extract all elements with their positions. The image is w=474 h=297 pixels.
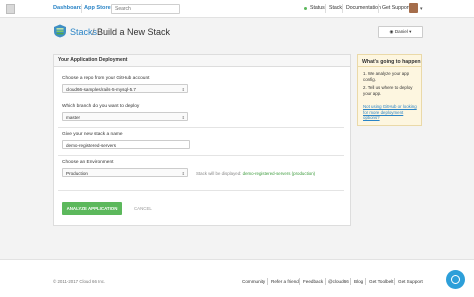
select-arrows-icon: ⇕ bbox=[181, 115, 185, 120]
repo-select[interactable]: cloud66-samples/rails-5-mysql-5.7 ⇕ bbox=[62, 84, 188, 93]
select-arrows-icon: ⇕ bbox=[181, 87, 185, 92]
logo-icon[interactable] bbox=[6, 4, 15, 14]
chevron-down-icon[interactable]: ▾ bbox=[420, 6, 423, 12]
nav-divider bbox=[81, 4, 82, 13]
footer-divider bbox=[394, 278, 395, 285]
environment-label: Choose an Environment bbox=[62, 160, 114, 165]
stack-name-label: Give your new stack a name bbox=[62, 132, 123, 137]
breadcrumb-separator: / bbox=[92, 27, 95, 37]
nav-divider bbox=[342, 4, 343, 13]
divider bbox=[58, 190, 344, 191]
stack-badge-icon bbox=[54, 24, 66, 38]
search-box[interactable] bbox=[111, 4, 180, 14]
footer-blog[interactable]: Blog bbox=[354, 279, 363, 284]
page-title: Build a New Stack bbox=[97, 27, 171, 37]
repo-label: Choose a repo from your GitHub account bbox=[62, 76, 150, 81]
nav-divider bbox=[325, 4, 326, 13]
hint-value: demo-registered-servers (production) bbox=[242, 171, 316, 176]
branch-label: Which branch do you want to deploy bbox=[62, 104, 140, 109]
user-menu-button[interactable]: ◉ Daniel ▾ bbox=[378, 26, 423, 38]
stack-name-value: demo-registered-servers bbox=[66, 143, 117, 148]
nav-divider bbox=[378, 4, 379, 13]
top-navbar: Dashboard App Store Status Stack Documen… bbox=[0, 0, 474, 18]
more-options-link[interactable]: Not using GitHub or looking for more dep… bbox=[363, 104, 419, 121]
footer-divider bbox=[325, 278, 326, 285]
cancel-button[interactable]: CANCEL bbox=[134, 206, 152, 211]
branch-select[interactable]: master ⇕ bbox=[62, 112, 188, 121]
environment-select-value: Production bbox=[66, 171, 88, 176]
repo-select-value: cloud66-samples/rails-5-mysql-5.7 bbox=[66, 87, 136, 92]
stack-link[interactable]: Stack bbox=[329, 5, 342, 11]
environment-hint: Stack will be displayed: demo-registered… bbox=[196, 171, 315, 176]
chevron-down-icon: ▾ bbox=[407, 29, 412, 34]
panel-heading: Your Application Deployment bbox=[54, 55, 350, 67]
get-support-link[interactable]: Get Support bbox=[382, 5, 410, 11]
nav-app-store[interactable]: App Store bbox=[84, 5, 111, 11]
footer-community[interactable]: Community bbox=[242, 279, 265, 284]
select-arrows-icon: ⇕ bbox=[181, 171, 185, 176]
divider bbox=[58, 155, 344, 156]
footer-divider bbox=[267, 278, 268, 285]
stack-name-input[interactable]: demo-registered-servers bbox=[62, 140, 190, 149]
divider bbox=[58, 127, 344, 128]
hint-prefix: Stack will be displayed: bbox=[196, 171, 242, 176]
footer: © 2011-2017 Cloud 66 Inc. Community Refe… bbox=[0, 259, 474, 297]
step-analyze: 1. We analyze your app config. bbox=[363, 71, 410, 82]
footer-divider bbox=[350, 278, 351, 285]
analyze-application-button[interactable]: ANALYZE APPLICATION bbox=[62, 202, 122, 215]
chat-widget-button[interactable] bbox=[446, 270, 465, 289]
chat-icon bbox=[451, 275, 460, 284]
footer-divider bbox=[299, 278, 300, 285]
status-dot-icon bbox=[304, 7, 307, 10]
copyright: © 2011-2017 Cloud 66 Inc. bbox=[53, 279, 106, 284]
footer-divider bbox=[365, 278, 366, 285]
divider bbox=[358, 66, 421, 67]
deployment-panel: Your Application Deployment Choose a rep… bbox=[53, 54, 351, 226]
nav-dashboard[interactable]: Dashboard bbox=[53, 5, 82, 11]
user-menu-label: Daniel bbox=[394, 29, 408, 34]
footer-get-support[interactable]: Get Support bbox=[398, 279, 423, 284]
whats-next-title: What's going to happen bbox=[362, 59, 421, 65]
footer-refer-friend[interactable]: Refer a friend bbox=[271, 279, 299, 284]
step-deploy: 2. Tell us where to deploy your app. bbox=[363, 85, 413, 96]
branch-select-value: master bbox=[66, 115, 81, 120]
environment-select[interactable]: Production ⇕ bbox=[62, 168, 188, 177]
footer-twitter[interactable]: @cloud66 bbox=[328, 279, 349, 284]
search-input[interactable] bbox=[112, 5, 175, 12]
footer-feedback[interactable]: Feedback bbox=[303, 279, 323, 284]
whats-next-panel: What's going to happen 1. We analyze you… bbox=[357, 54, 422, 126]
footer-get-toolbelt[interactable]: Get Toolbelt bbox=[369, 279, 393, 284]
documentation-link[interactable]: Documentation bbox=[346, 5, 381, 11]
avatar[interactable] bbox=[409, 3, 418, 13]
status-link[interactable]: Status bbox=[310, 5, 325, 11]
